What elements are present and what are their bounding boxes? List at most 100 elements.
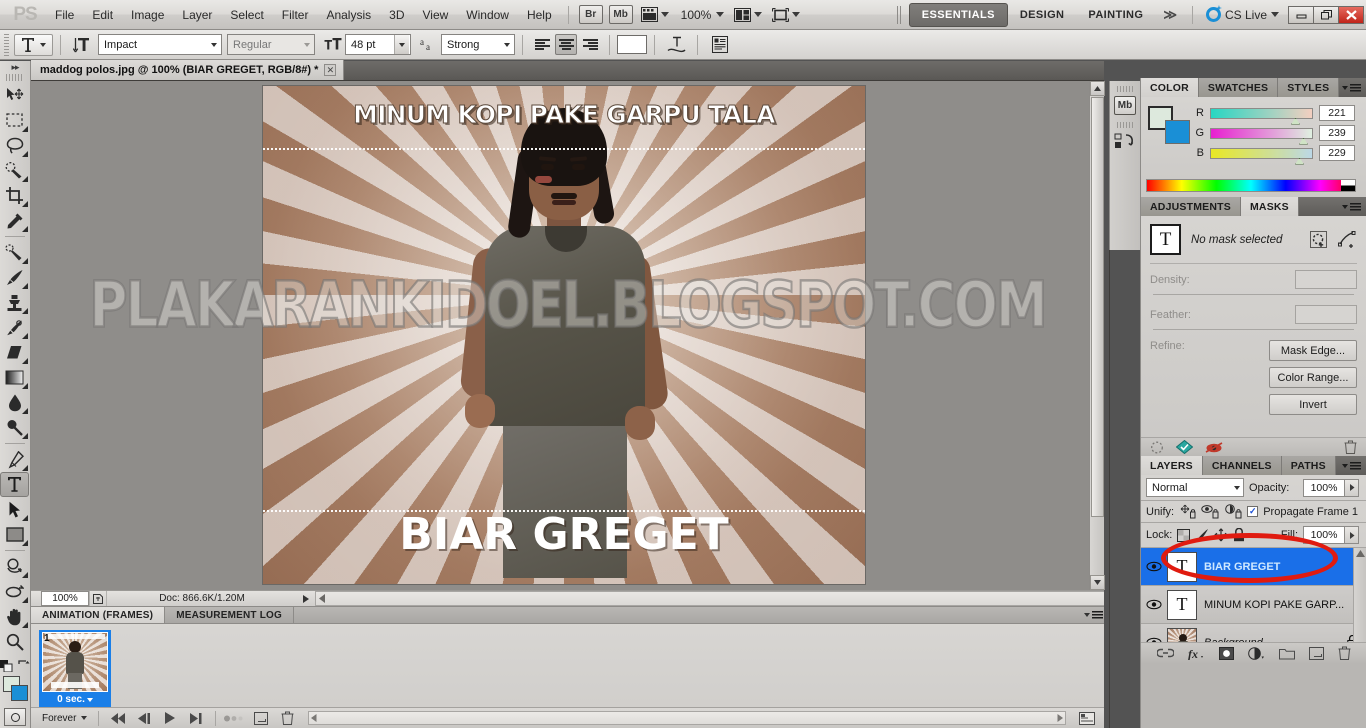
- animation-frame[interactable]: 1 0 sec.: [39, 630, 111, 712]
- select-first-frame-button[interactable]: [105, 709, 131, 728]
- tab-styles[interactable]: STYLES: [1278, 78, 1340, 97]
- add-vector-mask-icon[interactable]: [1338, 230, 1357, 249]
- drag-grip[interactable]: [896, 5, 903, 24]
- minimize-button[interactable]: [1288, 5, 1314, 24]
- tab-measurement-log[interactable]: MEASUREMENT LOG: [165, 607, 294, 623]
- menu-3d[interactable]: 3D: [380, 4, 413, 26]
- fill-stepper[interactable]: [1345, 526, 1359, 544]
- clone-stamp-tool[interactable]: [0, 290, 29, 315]
- masks-panel-menu-button[interactable]: [1342, 197, 1366, 216]
- loop-option-select[interactable]: Forever: [37, 712, 92, 725]
- more-workspaces-button[interactable]: ≫: [1155, 7, 1185, 23]
- link-layers-icon[interactable]: [1156, 648, 1174, 658]
- swap-colors-icon[interactable]: [18, 660, 30, 672]
- channel-slider-r[interactable]: [1210, 107, 1313, 125]
- screen-mode-button[interactable]: [769, 6, 803, 24]
- healing-brush-tool[interactable]: [0, 240, 29, 265]
- brush-tool[interactable]: [0, 265, 29, 290]
- background-color-swatch[interactable]: [11, 685, 28, 701]
- quick-selection-tool[interactable]: [0, 158, 29, 183]
- frame-strip[interactable]: 1 0 sec.: [31, 624, 1104, 712]
- tab-animation-frames[interactable]: ANIMATION (FRAMES): [31, 607, 166, 623]
- close-icon[interactable]: ✕: [324, 64, 337, 76]
- invert-mask-button[interactable]: Invert: [1269, 394, 1357, 415]
- feather-input[interactable]: [1295, 305, 1357, 324]
- channel-value-r[interactable]: 221: [1319, 105, 1355, 121]
- rectangle-tool[interactable]: [0, 522, 29, 547]
- launch-bridge-button[interactable]: Br: [578, 5, 603, 24]
- new-group-icon[interactable]: [1278, 647, 1295, 660]
- fill-input[interactable]: 100%: [1303, 526, 1345, 544]
- layer-style-icon[interactable]: fx: [1188, 647, 1205, 660]
- canvas-horizontal-scrollbar[interactable]: [315, 591, 1104, 606]
- layer-thumbnail[interactable]: T: [1167, 589, 1197, 620]
- close-button[interactable]: [1338, 5, 1364, 24]
- restore-button[interactable]: [1313, 5, 1339, 24]
- warp-text-button[interactable]: [662, 35, 690, 54]
- scroll-down-button[interactable]: [1090, 575, 1105, 590]
- opacity-input[interactable]: 100%: [1303, 478, 1345, 497]
- workspace-painting[interactable]: PAINTING: [1076, 4, 1155, 26]
- layer-mask-icon[interactable]: [1218, 646, 1234, 660]
- density-input[interactable]: [1295, 270, 1357, 289]
- layer-name[interactable]: BIAR GREGET: [1204, 561, 1280, 573]
- layers-panel-menu-button[interactable]: [1342, 456, 1366, 475]
- menu-filter[interactable]: Filter: [273, 4, 318, 26]
- status-expand-icon[interactable]: [303, 594, 309, 603]
- default-colors-icon[interactable]: [0, 660, 13, 672]
- pen-tool[interactable]: [0, 447, 29, 472]
- duplicate-frame-button[interactable]: [248, 709, 274, 728]
- menu-file[interactable]: File: [46, 4, 83, 26]
- tween-frames-button[interactable]: [222, 709, 248, 728]
- path-selection-tool[interactable]: [0, 497, 29, 522]
- layer-row-minum-kopi[interactable]: T MINUM KOPI PAKE GARP...: [1141, 586, 1366, 624]
- channel-slider-b[interactable]: [1210, 147, 1313, 165]
- load-selection-icon[interactable]: [1150, 441, 1164, 454]
- crop-tool[interactable]: [0, 183, 29, 208]
- dodge-tool[interactable]: [0, 415, 29, 440]
- workspace-essentials[interactable]: ESSENTIALS: [908, 2, 1008, 27]
- convert-to-timeline-button[interactable]: [1074, 709, 1100, 728]
- history-brush-tool[interactable]: [0, 315, 29, 340]
- menu-edit[interactable]: Edit: [83, 4, 122, 26]
- menu-select[interactable]: Select: [221, 4, 272, 26]
- background-color-swatch[interactable]: [1165, 120, 1190, 144]
- layer-visibility-toggle[interactable]: [1141, 599, 1167, 610]
- gradient-tool[interactable]: [0, 365, 29, 390]
- text-color-swatch[interactable]: [617, 35, 647, 54]
- zoom-tool[interactable]: [0, 629, 29, 654]
- eyedropper-tool[interactable]: [0, 208, 29, 233]
- lock-position-icon[interactable]: [1214, 528, 1228, 542]
- delete-mask-icon[interactable]: [1344, 440, 1357, 454]
- tools-panel-grip[interactable]: [6, 74, 24, 81]
- unify-visibility-icon[interactable]: [1201, 504, 1219, 519]
- tab-channels[interactable]: CHANNELS: [1202, 456, 1282, 475]
- font-style-select[interactable]: Regular: [227, 34, 315, 55]
- menu-help[interactable]: Help: [518, 4, 561, 26]
- mask-edge-button[interactable]: Mask Edge...: [1269, 340, 1357, 361]
- scroll-up-button[interactable]: [1090, 81, 1105, 96]
- tab-paths[interactable]: PATHS: [1281, 456, 1336, 475]
- status-options-button[interactable]: [89, 591, 107, 606]
- rotate-3d-tool[interactable]: [0, 554, 29, 579]
- layer-row-biar-greget[interactable]: T BIAR GREGET: [1141, 548, 1366, 586]
- channel-value-b[interactable]: 229: [1319, 145, 1355, 161]
- document-tab[interactable]: maddog polos.jpg @ 100% (BIAR GREGET, RG…: [31, 60, 345, 80]
- toggle-text-orientation-button[interactable]: [68, 36, 94, 54]
- eraser-tool[interactable]: [0, 340, 29, 365]
- disable-mask-icon[interactable]: [1205, 441, 1223, 454]
- align-left-button[interactable]: [531, 34, 553, 55]
- launch-mini-bridge-button[interactable]: Mb: [608, 5, 633, 24]
- tab-adjustments[interactable]: ADJUSTMENTS: [1141, 197, 1241, 216]
- canvas-scroll-thumb[interactable]: [1091, 97, 1104, 517]
- icon-dock-item-mini-bridge[interactable]: Mb: [1110, 81, 1140, 117]
- anti-alias-select[interactable]: Strong: [441, 34, 515, 55]
- feather-slider[interactable]: [1153, 329, 1354, 330]
- font-size-select[interactable]: 48 pt: [345, 34, 411, 55]
- opacity-stepper[interactable]: [1345, 478, 1359, 497]
- select-previous-frame-button[interactable]: [131, 709, 157, 728]
- delete-layer-icon[interactable]: [1338, 646, 1351, 660]
- workspace-design[interactable]: DESIGN: [1008, 4, 1077, 26]
- tab-masks[interactable]: MASKS: [1240, 197, 1299, 216]
- marquee-tool[interactable]: [0, 108, 29, 133]
